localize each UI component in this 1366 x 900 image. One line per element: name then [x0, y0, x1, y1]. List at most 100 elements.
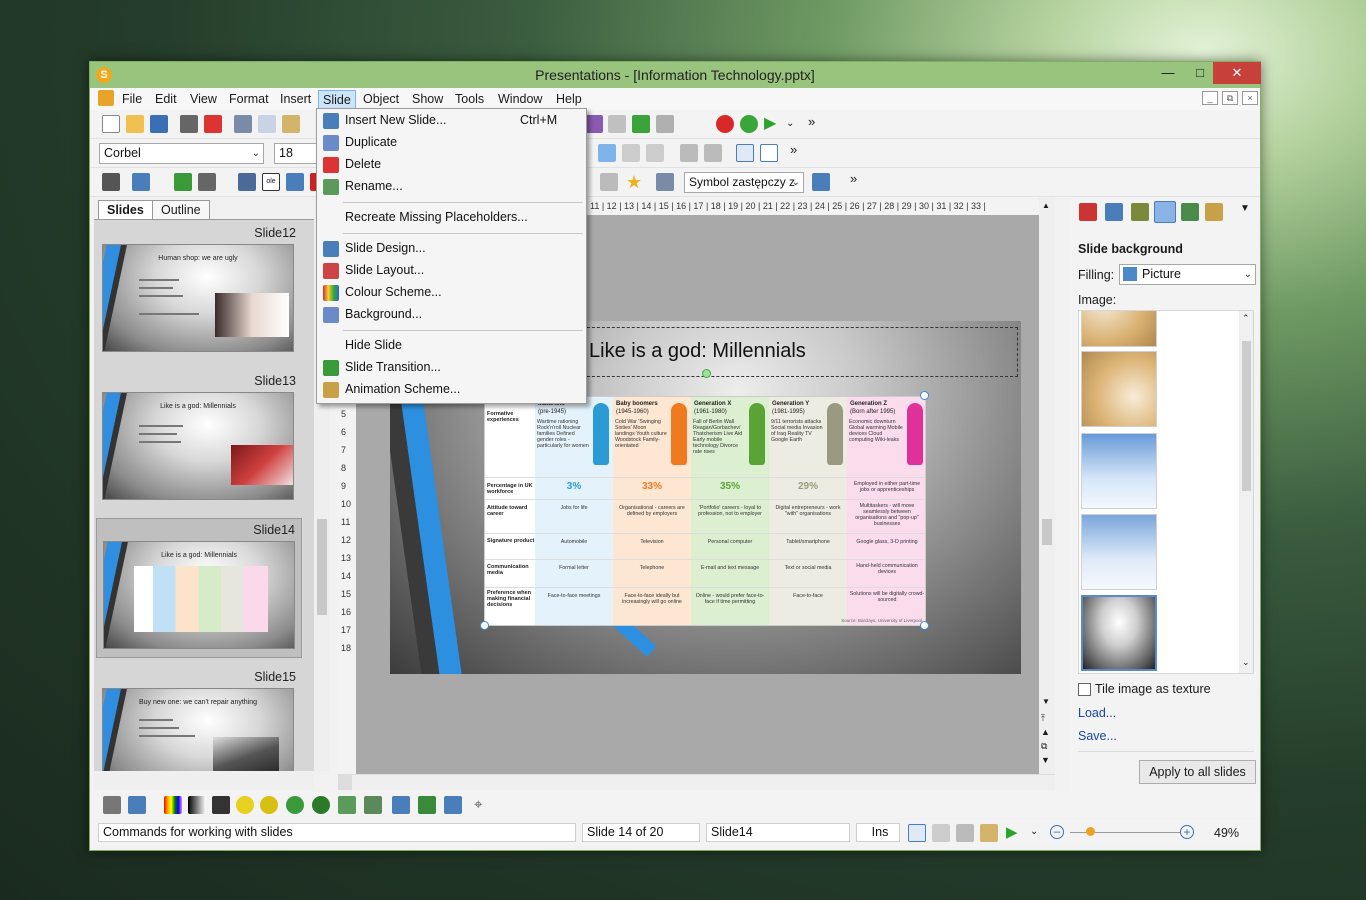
mirror-icon[interactable]: [364, 796, 382, 814]
texture-thumbnail[interactable]: [1081, 351, 1157, 427]
menu-slide[interactable]: Slide: [318, 90, 356, 109]
menu-slide-layout[interactable]: Slide Layout...: [317, 260, 586, 282]
slide-sorter-icon[interactable]: ⧉: [1041, 741, 1047, 752]
formula-icon[interactable]: [286, 173, 304, 191]
justify-icon[interactable]: [646, 144, 664, 162]
texture-thumbnail[interactable]: [1081, 433, 1157, 509]
menu-background[interactable]: Background...: [317, 304, 586, 326]
color-palette-icon[interactable]: [164, 796, 182, 814]
document-icon[interactable]: [98, 90, 114, 106]
resize-handle[interactable]: [480, 621, 489, 630]
chevron-down-icon[interactable]: ⌄: [786, 118, 794, 129]
slide-title[interactable]: Like is a god: Millennials: [589, 340, 806, 363]
menu-edit[interactable]: Edit: [151, 90, 181, 109]
star-icon[interactable]: ★: [626, 173, 644, 191]
scroll-thumb[interactable]: [1242, 341, 1251, 491]
slide-thumbnail[interactable]: Slide15 Buy new one: we can't repair any…: [96, 666, 302, 771]
grid-icon[interactable]: [812, 173, 830, 191]
scroll-down-icon[interactable]: ⌄: [1242, 657, 1250, 668]
title-placeholder[interactable]: Like is a god: Millennials: [572, 327, 1018, 377]
menu-window[interactable]: Window: [494, 90, 546, 109]
rotate-handle[interactable]: [702, 369, 711, 378]
paste-icon[interactable]: [282, 115, 300, 133]
menu-slide-design[interactable]: Slide Design...: [317, 238, 586, 260]
placeholder-combo[interactable]: Symbol zastępczy z ⌄: [684, 172, 804, 193]
menu-animation-scheme[interactable]: Animation Scheme...: [317, 379, 586, 401]
ole-object-icon[interactable]: ole: [262, 173, 280, 191]
editor-vertical-scrollbar[interactable]: ▲ ▼ ⤒ ▲ ⧉ ▼: [1039, 197, 1055, 775]
format-painter-icon[interactable]: [608, 115, 626, 133]
slide-thumbnail-selected[interactable]: Slide14 Like is a god: Millennials: [96, 518, 302, 658]
new-file-icon[interactable]: [102, 115, 120, 133]
chart-frame-icon[interactable]: [198, 173, 216, 191]
rotate-left-icon[interactable]: [392, 796, 410, 814]
doc-close-icon[interactable]: ×: [1242, 91, 1258, 105]
gradient-icon[interactable]: [188, 796, 206, 814]
texture-thumbnail-selected[interactable]: [1081, 595, 1157, 671]
contrast-down-icon[interactable]: [312, 796, 330, 814]
zoom-in-icon[interactable]: +: [1180, 825, 1194, 839]
scroll-left-icon[interactable]: [338, 775, 352, 790]
texture-thumbnail[interactable]: [1081, 514, 1157, 590]
close-button[interactable]: ✕: [1213, 62, 1261, 84]
contrast-up-icon[interactable]: [286, 796, 304, 814]
insert-mode[interactable]: Ins: [856, 823, 900, 842]
cut-icon[interactable]: [234, 115, 252, 133]
menu-slide-transition[interactable]: Slide Transition...: [317, 357, 586, 379]
normal-view-icon[interactable]: [908, 824, 926, 842]
menu-rename[interactable]: Rename...: [317, 176, 586, 198]
menu-view[interactable]: View: [186, 90, 221, 109]
font-size-combo[interactable]: 18: [274, 143, 319, 164]
first-slide-icon[interactable]: ⤒: [1041, 713, 1045, 724]
more-tools-icon[interactable]: »: [808, 114, 815, 129]
save-link[interactable]: Save...: [1078, 729, 1117, 743]
table-icon[interactable]: [132, 173, 150, 191]
save-icon[interactable]: [150, 115, 168, 133]
scroll-up-icon[interactable]: ▲: [1042, 201, 1050, 210]
chart-icon[interactable]: [656, 115, 674, 133]
play-icon[interactable]: ▶: [764, 115, 782, 133]
menu-recreate-placeholders[interactable]: Recreate Missing Placeholders...: [317, 207, 586, 229]
notes-view-icon[interactable]: [980, 824, 998, 842]
thumbnail-horizontal-scrollbar[interactable]: [94, 774, 314, 790]
reset-picture-icon[interactable]: [444, 796, 462, 814]
editor-horizontal-scrollbar[interactable]: [338, 774, 1055, 790]
line-style-icon[interactable]: [212, 796, 230, 814]
properties-icon[interactable]: [656, 173, 674, 191]
slide-thumbnail[interactable]: Slide13 Like is a god: Millennials: [96, 370, 302, 510]
more-object-icon[interactable]: »: [850, 171, 857, 186]
open-folder-icon[interactable]: [126, 115, 144, 133]
menu-colour-scheme[interactable]: Colour Scheme...: [317, 282, 586, 304]
menu-delete[interactable]: Delete: [317, 154, 586, 176]
chevron-down-icon[interactable]: ⌄: [1030, 826, 1038, 837]
align-center-icon[interactable]: [622, 144, 640, 162]
outline-view-icon[interactable]: [956, 824, 974, 842]
menu-help[interactable]: Help: [552, 90, 586, 109]
tab-slides[interactable]: Slides: [98, 200, 153, 220]
background-panel-icon[interactable]: [1154, 201, 1176, 223]
next-slide-icon[interactable]: ▼: [1041, 755, 1050, 765]
minimize-button[interactable]: —: [1153, 62, 1183, 84]
maximize-button[interactable]: □: [1185, 62, 1215, 84]
menu-insert-new-slide[interactable]: Insert New Slide... Ctrl+M: [317, 110, 586, 132]
p-icon[interactable]: [740, 115, 758, 133]
select-tool-icon[interactable]: [103, 796, 121, 814]
decrease-indent-icon[interactable]: [680, 144, 698, 162]
menu-insert[interactable]: Insert: [276, 90, 315, 109]
panel-icon-3[interactable]: [1131, 203, 1149, 221]
previous-slide-icon[interactable]: ▲: [1041, 727, 1050, 737]
tab-outline[interactable]: Outline: [152, 200, 210, 220]
export-pdf-icon[interactable]: [204, 115, 222, 133]
align-left-icon[interactable]: [598, 144, 616, 162]
scroll-down-icon[interactable]: ▼: [1042, 697, 1050, 706]
more-format-icon[interactable]: »: [790, 142, 797, 157]
flip-icon[interactable]: [338, 796, 356, 814]
menu-duplicate[interactable]: Duplicate: [317, 132, 586, 154]
font-combo[interactable]: Corbel ⌄: [99, 143, 264, 164]
tile-checkbox[interactable]: [1078, 683, 1091, 696]
rotate-right-icon[interactable]: [418, 796, 436, 814]
copy-icon[interactable]: [258, 115, 276, 133]
textbox-icon[interactable]: [238, 173, 256, 191]
menu-show[interactable]: Show: [408, 90, 447, 109]
load-link[interactable]: Load...: [1078, 706, 1116, 720]
